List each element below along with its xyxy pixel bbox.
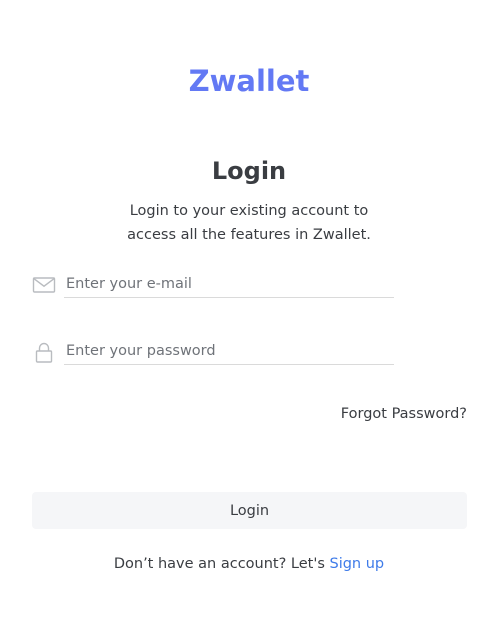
signup-prompt: Don’t have an account? Let's Sign up [0, 556, 488, 572]
password-input[interactable] [64, 338, 394, 365]
mail-icon [32, 273, 56, 297]
email-field-group [32, 271, 394, 305]
login-button[interactable]: Login [32, 492, 467, 529]
brand-logo: Zwallet [188, 64, 310, 98]
page-title: Login [211, 157, 287, 185]
lock-icon [32, 340, 56, 364]
page-subtitle: Login to your existing account to access… [127, 203, 371, 243]
signup-link[interactable]: Sign up [330, 556, 385, 572]
password-field-group [32, 338, 394, 372]
signup-prompt-text: Don’t have an account? Let's [113, 556, 325, 572]
email-input[interactable] [64, 271, 394, 298]
forgot-password-link[interactable]: Forgot Password? [341, 406, 467, 422]
